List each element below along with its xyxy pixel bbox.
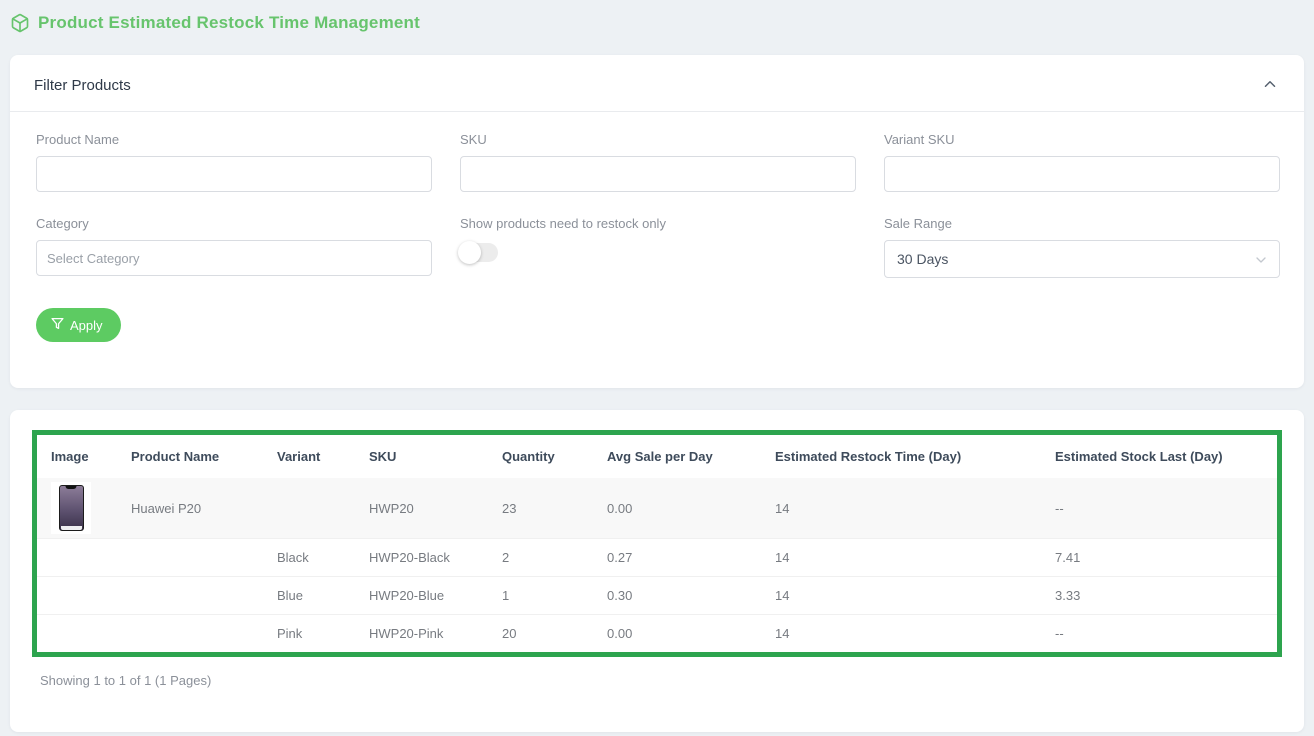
sku-field-group: SKU [460,132,856,192]
product-name-label: Product Name [36,132,432,147]
package-icon [10,13,30,33]
restock-table: Image Product Name Variant SKU Quantity … [37,435,1277,652]
product-image-cell [37,577,117,615]
table-row: Huawei P20 HWP20 23 0.00 14 -- [37,478,1277,539]
table-highlight-border: Image Product Name Variant SKU Quantity … [32,430,1282,657]
stock-last-cell: 7.41 [1041,539,1277,577]
product-name-input[interactable] [36,156,432,192]
table-row: Pink HWP20-Pink 20 0.00 14 -- [37,615,1277,653]
restock-table-card: Image Product Name Variant SKU Quantity … [10,410,1304,732]
sale-range-select[interactable]: 30 Days [884,240,1280,278]
category-field-group: Category [36,216,432,278]
filter-card-header: Filter Products [10,55,1304,112]
chevron-down-icon [1253,252,1269,268]
variant-cell [263,478,355,539]
filter-card: Filter Products Product Name SKU Variant… [10,55,1304,388]
variant-cell: Black [263,539,355,577]
apply-button-label: Apply [70,318,103,333]
sku-cell: HWP20-Blue [355,577,488,615]
stock-last-cell: -- [1041,478,1277,539]
product-image-cell [37,478,117,539]
restock-time-cell: 14 [761,615,1041,653]
product-name-cell [117,577,263,615]
restock-toggle-group: Show products need to restock only [460,216,856,278]
apply-button[interactable]: Apply [36,308,121,342]
product-image-cell [37,615,117,653]
sale-range-value: 30 Days [897,251,948,267]
filter-funnel-icon [51,317,64,333]
table-row: Black HWP20-Black 2 0.27 14 7.41 [37,539,1277,577]
sku-label: SKU [460,132,856,147]
avg-sale-cell: 0.00 [593,478,761,539]
collapse-filter-button[interactable] [1260,75,1280,95]
sku-cell: HWP20-Pink [355,615,488,653]
restock-only-toggle[interactable] [460,243,498,262]
variant-cell: Pink [263,615,355,653]
filter-body: Product Name SKU Variant SKU Category Sh… [10,112,1304,388]
table-header-row: Image Product Name Variant SKU Quantity … [37,435,1277,478]
product-image [51,482,91,534]
sale-range-label: Sale Range [884,216,1280,231]
variant-sku-field-group: Variant SKU [884,132,1280,192]
avg-sale-cell: 0.27 [593,539,761,577]
pagination-summary: Showing 1 to 1 of 1 (1 Pages) [22,657,1292,688]
restock-time-cell: 14 [761,577,1041,615]
product-name-cell: Huawei P20 [117,478,263,539]
variant-sku-input[interactable] [884,156,1280,192]
product-name-field-group: Product Name [36,132,432,192]
product-name-cell [117,615,263,653]
sku-input[interactable] [460,156,856,192]
category-label: Category [36,216,432,231]
col-stock-last: Estimated Stock Last (Day) [1041,435,1277,478]
filter-card-title: Filter Products [34,77,131,94]
restock-toggle-label: Show products need to restock only [460,216,856,231]
sale-range-field-group: Sale Range 30 Days [884,216,1280,278]
product-name-cell [117,539,263,577]
restock-time-cell: 14 [761,539,1041,577]
product-image-cell [37,539,117,577]
quantity-cell: 1 [488,577,593,615]
quantity-cell: 2 [488,539,593,577]
col-sku: SKU [355,435,488,478]
table-row: Blue HWP20-Blue 1 0.30 14 3.33 [37,577,1277,615]
page-title: Product Estimated Restock Time Managemen… [38,13,420,33]
avg-sale-cell: 0.30 [593,577,761,615]
variant-cell: Blue [263,577,355,615]
col-avg-sale: Avg Sale per Day [593,435,761,478]
col-image: Image [37,435,117,478]
col-product-name: Product Name [117,435,263,478]
sku-cell: HWP20 [355,478,488,539]
quantity-cell: 20 [488,615,593,653]
col-restock-time: Estimated Restock Time (Day) [761,435,1041,478]
category-input[interactable] [36,240,432,276]
quantity-cell: 23 [488,478,593,539]
toggle-knob [458,241,481,264]
avg-sale-cell: 0.00 [593,615,761,653]
huawei-p20-thumbnail [59,485,84,531]
col-quantity: Quantity [488,435,593,478]
restock-time-cell: 14 [761,478,1041,539]
page-header: Product Estimated Restock Time Managemen… [0,0,1314,45]
chevron-up-icon [1261,81,1279,96]
variant-sku-label: Variant SKU [884,132,1280,147]
stock-last-cell: -- [1041,615,1277,653]
sku-cell: HWP20-Black [355,539,488,577]
stock-last-cell: 3.33 [1041,577,1277,615]
col-variant: Variant [263,435,355,478]
